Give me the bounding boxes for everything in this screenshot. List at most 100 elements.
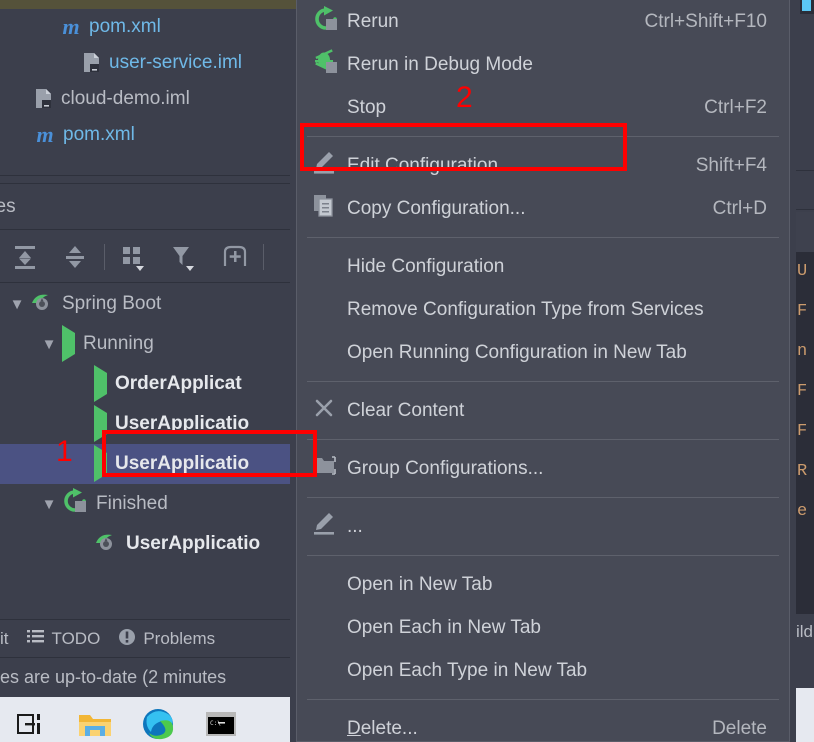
menu-item[interactable]: Edit Configuration... Shift+F4 [297,144,789,187]
menu-item-label: Clear Content [347,399,465,421]
console-line: R [797,462,808,481]
tool-tab-todo[interactable]: TODO [26,628,100,650]
todo-list-icon [26,628,45,650]
menu-item[interactable]: Open Running Configuration in New Tab [297,331,789,374]
build-tab-label: ild [796,622,814,641]
divider [0,619,290,620]
project-tree-item[interactable]: m pom.xml [0,9,290,45]
services-tree-item-label: UserApplicatio [115,413,250,434]
command-prompt-icon[interactable]: C:\ [189,697,252,742]
toolbar-separator [263,243,264,270]
run-triangle-icon [94,445,107,482]
services-tree-item[interactable]: ▼ Spring Boot [0,284,290,324]
expand-all-icon[interactable] [0,237,50,277]
menu-item-label: Delete... [347,717,418,739]
chevron-down-icon[interactable]: ▼ [4,296,30,313]
project-tree-item-label: pom.xml [63,124,135,145]
menu-separator [307,381,779,382]
menu-item[interactable]: Open Each in New Tab [297,606,789,649]
project-tree[interactable]: m pom.xml user-service.iml cloud-demo.iml m p… [0,9,290,175]
menu-item-icon [313,511,347,543]
file-explorer-icon[interactable] [63,697,126,742]
menu-item-label: Rerun in Debug Mode [347,53,533,75]
services-toolbar [0,230,290,283]
services-tree-item[interactable]: OrderApplicat [0,364,290,404]
menu-separator [307,555,779,556]
menu-item-label: Open in New Tab [347,573,493,595]
task-view-icon[interactable] [0,697,63,742]
menu-separator [307,439,779,440]
windows-taskbar: C:\ [0,697,290,742]
top-breadcrumb-strip [0,0,300,9]
menu-item[interactable]: Hide Configuration [297,245,789,288]
services-tree-item-label: Running [83,333,154,354]
services-tree[interactable]: ▼ Spring Boot ▼ Running OrderApplicat UserApp… [0,284,290,619]
rerun-icon [313,5,339,38]
console-line: F [797,382,808,401]
console-line: F [797,422,808,441]
tool-tab-problems[interactable]: Problems [118,628,215,651]
menu-item[interactable]: Stop Ctrl+F2 [297,86,789,129]
tool-tab-label: it [0,629,9,648]
menu-item[interactable]: ... [297,505,789,548]
maven-icon: m [62,14,80,39]
ide-screenshot: m pom.xml user-service.iml cloud-demo.iml m p… [0,0,814,742]
status-bar-text: es are up-to-date (2 minutes [0,667,227,687]
annotation-label-2: 2 [456,81,473,114]
menu-separator [307,699,779,700]
services-tree-item[interactable]: UserApplicatio [0,444,290,484]
menu-item[interactable]: Copy Configuration... Ctrl+D [297,187,789,230]
services-tree-item[interactable]: ▼ Running [0,324,290,364]
divider [0,282,290,283]
menu-item[interactable]: Group Configurations... [297,447,789,490]
spring-boot-icon [30,290,54,318]
services-tool-window-header: ces [0,184,290,229]
tool-tab-it[interactable]: it [0,629,9,649]
console-line: F [797,302,808,321]
services-tree-item[interactable]: ▼ Finished [0,484,290,524]
iml-file-icon [82,52,102,74]
add-service-icon[interactable] [209,237,259,277]
menu-item[interactable]: Rerun Ctrl+Shift+F10 [297,0,789,43]
services-tree-item[interactable]: UserApplicatio [0,524,290,564]
menu-item-label: Rerun [347,10,399,32]
filter-icon[interactable] [159,237,209,277]
menu-item[interactable]: Delete... Delete [297,707,789,742]
context-menu[interactable]: Rerun Ctrl+Shift+F10 Rerun in Debug Mode St… [296,0,790,742]
menu-item[interactable]: Open Each Type in New Tab [297,649,789,692]
rerun-debug-icon [313,48,339,81]
project-tree-item[interactable]: m pom.xml [0,117,290,153]
menu-item-label: Edit Configuration... [347,154,514,176]
problems-icon [118,628,136,651]
edit-pencil-icon [313,511,337,543]
group-by-icon[interactable] [109,237,159,277]
taskbar-sliver [796,688,814,742]
project-tree-item[interactable]: user-service.iml [0,45,290,81]
right-panel-sliver-second [796,212,814,252]
services-tree-item[interactable]: UserApplicatio [0,404,290,444]
chevron-down-icon[interactable]: ▼ [36,336,62,353]
menu-item-label: Open Running Configuration in New Tab [347,341,687,363]
menu-separator [307,497,779,498]
services-tree-item-label: UserApplicatio [126,533,261,554]
menu-item-shortcut: Shift+F4 [695,154,767,176]
toolbar-separator [104,243,105,270]
ide-left-panel: m pom.xml user-service.iml cloud-demo.iml m p… [0,9,290,742]
menu-item[interactable]: Rerun in Debug Mode [297,43,789,86]
project-tree-item[interactable]: cloud-demo.iml [0,81,290,117]
menu-item[interactable]: Remove Configuration Type from Services [297,288,789,331]
menu-item-icon [313,48,347,81]
build-tab-sliver[interactable]: ild [796,614,814,650]
services-tree-item-label: Finished [96,493,168,514]
collapse-all-icon[interactable] [50,237,100,277]
menu-item[interactable]: Clear Content [297,389,789,432]
project-tree-item-label: pom.xml [89,16,161,37]
menu-item-label: ... [347,515,363,537]
divider [0,175,290,176]
microsoft-edge-icon[interactable] [126,697,189,742]
close-x-icon [313,397,335,425]
chevron-down-icon[interactable]: ▼ [36,496,62,513]
menu-separator [307,136,779,137]
menu-item[interactable]: Open in New Tab [297,563,789,606]
status-bar: es are up-to-date (2 minutes [0,658,290,697]
